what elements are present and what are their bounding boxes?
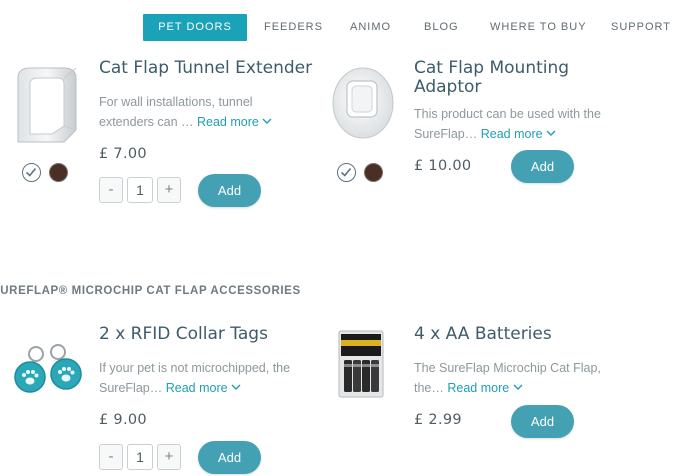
decrease-button[interactable]: -: [99, 177, 123, 203]
colour-swatch-brown[interactable]: [364, 163, 383, 182]
increase-button[interactable]: +: [157, 177, 181, 203]
add-to-cart-button[interactable]: Add: [511, 150, 574, 183]
collar-tags-image[interactable]: [10, 340, 86, 400]
product-price: £ 10.00: [414, 158, 472, 174]
colour-swatch-white[interactable]: [337, 163, 356, 182]
nav-animo[interactable]: ANIMO: [350, 14, 391, 41]
nav-feeders[interactable]: FEEDERS: [264, 14, 323, 41]
check-icon: [340, 167, 352, 177]
product-description: For wall installations, tunnel extenders…: [99, 92, 274, 132]
read-more-link[interactable]: Read more: [166, 381, 241, 395]
nav-support[interactable]: SUPPORT: [611, 14, 671, 41]
product-price: £ 7.00: [99, 146, 147, 162]
increase-button[interactable]: +: [157, 444, 181, 470]
product-title[interactable]: 4 x AA Batteries: [414, 325, 552, 344]
mounting-adaptor-image[interactable]: [330, 66, 394, 140]
product-description: The SureFlap Microchip Cat Flap, the… Re…: [414, 358, 614, 398]
read-more-link[interactable]: Read more: [197, 115, 272, 129]
nav-blog[interactable]: BLOG: [424, 14, 459, 41]
add-to-cart-button[interactable]: Add: [511, 405, 574, 438]
product-description: If your pet is not microchipped, the Sur…: [99, 358, 299, 398]
add-to-cart-button[interactable]: Add: [198, 174, 261, 207]
nav-pet-doors[interactable]: PET DOORS: [143, 14, 247, 41]
colour-swatch-brown[interactable]: [49, 163, 68, 182]
product-price: £ 2.99: [414, 412, 462, 428]
chevron-down-icon: [546, 130, 556, 136]
add-to-cart-button[interactable]: Add: [198, 441, 261, 474]
quantity-input[interactable]: 1: [127, 444, 153, 470]
product-description: This product can be used with the SureFl…: [414, 104, 614, 144]
decrease-button[interactable]: -: [99, 444, 123, 470]
main-nav: PET DOORS FEEDERS ANIMO BLOG WHERE TO BU…: [0, 14, 690, 42]
batteries-image[interactable]: [338, 330, 384, 398]
product-title[interactable]: Cat Flap Mounting Adaptor: [414, 59, 584, 97]
chevron-down-icon: [231, 384, 241, 390]
tunnel-extender-image[interactable]: [12, 64, 80, 148]
quantity-stepper: - 1 +: [99, 177, 183, 203]
read-more-link[interactable]: Read more: [447, 381, 523, 395]
product-title[interactable]: 2 x RFID Collar Tags: [99, 325, 268, 344]
chevron-down-icon: [513, 384, 523, 390]
read-more-link[interactable]: Read more: [481, 127, 556, 141]
nav-where-to-buy[interactable]: WHERE TO BUY: [490, 14, 587, 41]
quantity-stepper: - 1 +: [99, 444, 183, 470]
product-title[interactable]: Cat Flap Tunnel Extender: [99, 59, 312, 78]
section-heading: SUREFLAP® MICROCHIP CAT FLAP ACCESSORIES: [0, 285, 301, 297]
product-price: £ 9.00: [99, 412, 147, 428]
quantity-input[interactable]: 1: [127, 177, 153, 203]
colour-swatch-white[interactable]: [22, 163, 41, 182]
chevron-down-icon: [262, 118, 272, 124]
check-icon: [25, 167, 37, 177]
